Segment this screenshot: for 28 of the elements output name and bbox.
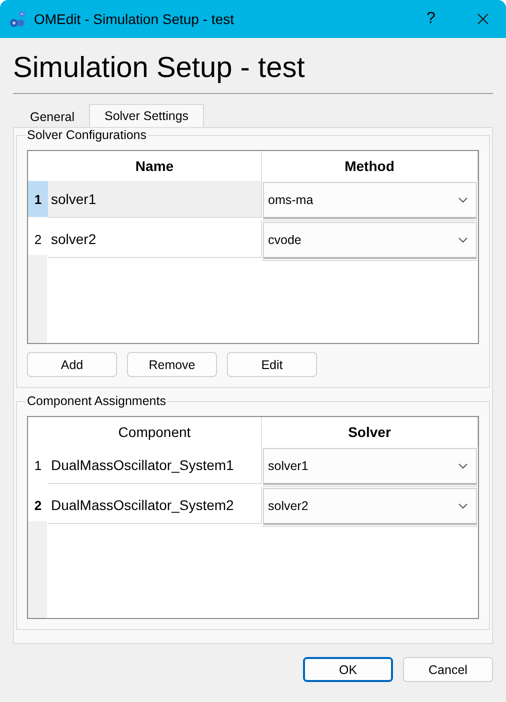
gears-icon	[8, 9, 28, 29]
push-button[interactable]: Edit	[227, 352, 317, 377]
dialog-heading: Simulation Setup - test	[13, 52, 493, 94]
chevron-down-icon	[458, 463, 468, 469]
tab[interactable]: Solver Settings	[89, 104, 204, 127]
column-header[interactable]: Solver	[262, 417, 478, 447]
dialog-button[interactable]: Cancel	[403, 657, 493, 682]
window-title: OMEdit - Simulation Setup - test	[34, 11, 235, 27]
push-button[interactable]: Remove	[127, 352, 217, 377]
group-title: Solver Configurations	[26, 128, 148, 142]
table-cell: DualMassOscillator_System1	[48, 447, 262, 484]
table-cell: solver1	[48, 181, 262, 218]
chevron-down-icon	[458, 197, 468, 203]
column-header[interactable]: Method	[262, 151, 478, 181]
close-icon	[477, 13, 489, 25]
dialog-button[interactable]: OK	[303, 657, 393, 682]
dropdown[interactable]: solver1	[263, 448, 477, 485]
table-cell: DualMassOscillator_System2	[48, 487, 262, 524]
dropdown[interactable]: oms-ma	[263, 182, 477, 219]
group-title: Component Assignments	[26, 394, 167, 408]
table-cell: solver2	[48, 221, 262, 258]
row-number[interactable]: 1	[28, 181, 48, 218]
dropdown[interactable]: solver2	[263, 488, 477, 525]
chevron-down-icon	[458, 503, 468, 509]
push-button[interactable]: Add	[27, 352, 117, 377]
dropdown[interactable]: cvode	[263, 222, 477, 259]
help-button[interactable]: ?	[408, 0, 454, 38]
chevron-down-icon	[458, 237, 468, 243]
